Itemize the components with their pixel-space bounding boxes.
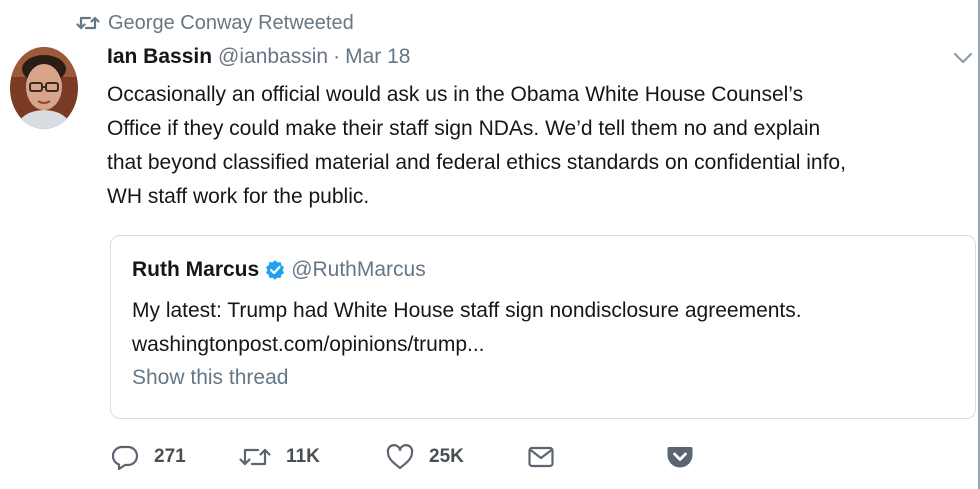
- avatar[interactable]: [10, 47, 78, 129]
- like-button[interactable]: 25K: [385, 440, 464, 474]
- retweet-context[interactable]: George Conway Retweeted: [76, 10, 354, 36]
- reply-count: 271: [154, 446, 186, 467]
- author-handle[interactable]: @ianbassin: [218, 45, 328, 69]
- tweet-text-line: Occasionally an official would ask us in…: [107, 83, 804, 106]
- pocket-icon: [666, 443, 694, 471]
- quoted-author-name: Ruth Marcus: [132, 258, 260, 281]
- tweet-date[interactable]: Mar 18: [345, 45, 410, 69]
- retweet-icon: [238, 442, 272, 472]
- chevron-down-icon[interactable]: [952, 50, 974, 66]
- quoted-tweet[interactable]: Ruth Marcus @RuthMarcus My latest: Trump…: [110, 235, 976, 419]
- tweet-text-line: WH staff work for the public.: [107, 185, 370, 208]
- quoted-author-handle: @RuthMarcus: [291, 258, 426, 281]
- tweet-text: Occasionally an official would ask us in…: [107, 78, 977, 214]
- direct-message-button[interactable]: [526, 440, 556, 474]
- verified-badge-icon: [265, 260, 285, 280]
- quoted-text-line: My latest: Trump had White House staff s…: [132, 299, 802, 322]
- quoted-tweet-header: Ruth Marcus @RuthMarcus: [132, 258, 426, 282]
- quoted-text-link[interactable]: washingtonpost.com/opinions/trump...: [132, 328, 802, 362]
- tweet-text-line: Office if they could make their staff si…: [107, 117, 821, 140]
- retweet-count: 11K: [286, 446, 320, 467]
- retweet-button[interactable]: 11K: [238, 440, 320, 474]
- retweeted-by-label: George Conway Retweeted: [108, 11, 354, 34]
- tweet-text-line: that beyond classified material and fede…: [107, 151, 846, 174]
- envelope-icon: [526, 442, 556, 472]
- pocket-button[interactable]: [666, 440, 694, 474]
- heart-icon: [385, 442, 415, 472]
- tweet-header: Ian Bassin @ianbassin · Mar 18: [107, 45, 410, 75]
- separator: ·: [333, 45, 341, 68]
- show-thread-link[interactable]: Show this thread: [132, 366, 288, 390]
- tweet-actions: 271 11K 25K: [110, 440, 710, 474]
- retweet-icon: [76, 12, 100, 34]
- reply-button[interactable]: 271: [110, 440, 186, 474]
- quoted-tweet-text: My latest: Trump had White House staff s…: [132, 294, 802, 362]
- reply-icon: [110, 442, 140, 472]
- author-name[interactable]: Ian Bassin: [107, 45, 212, 69]
- like-count: 25K: [429, 446, 464, 467]
